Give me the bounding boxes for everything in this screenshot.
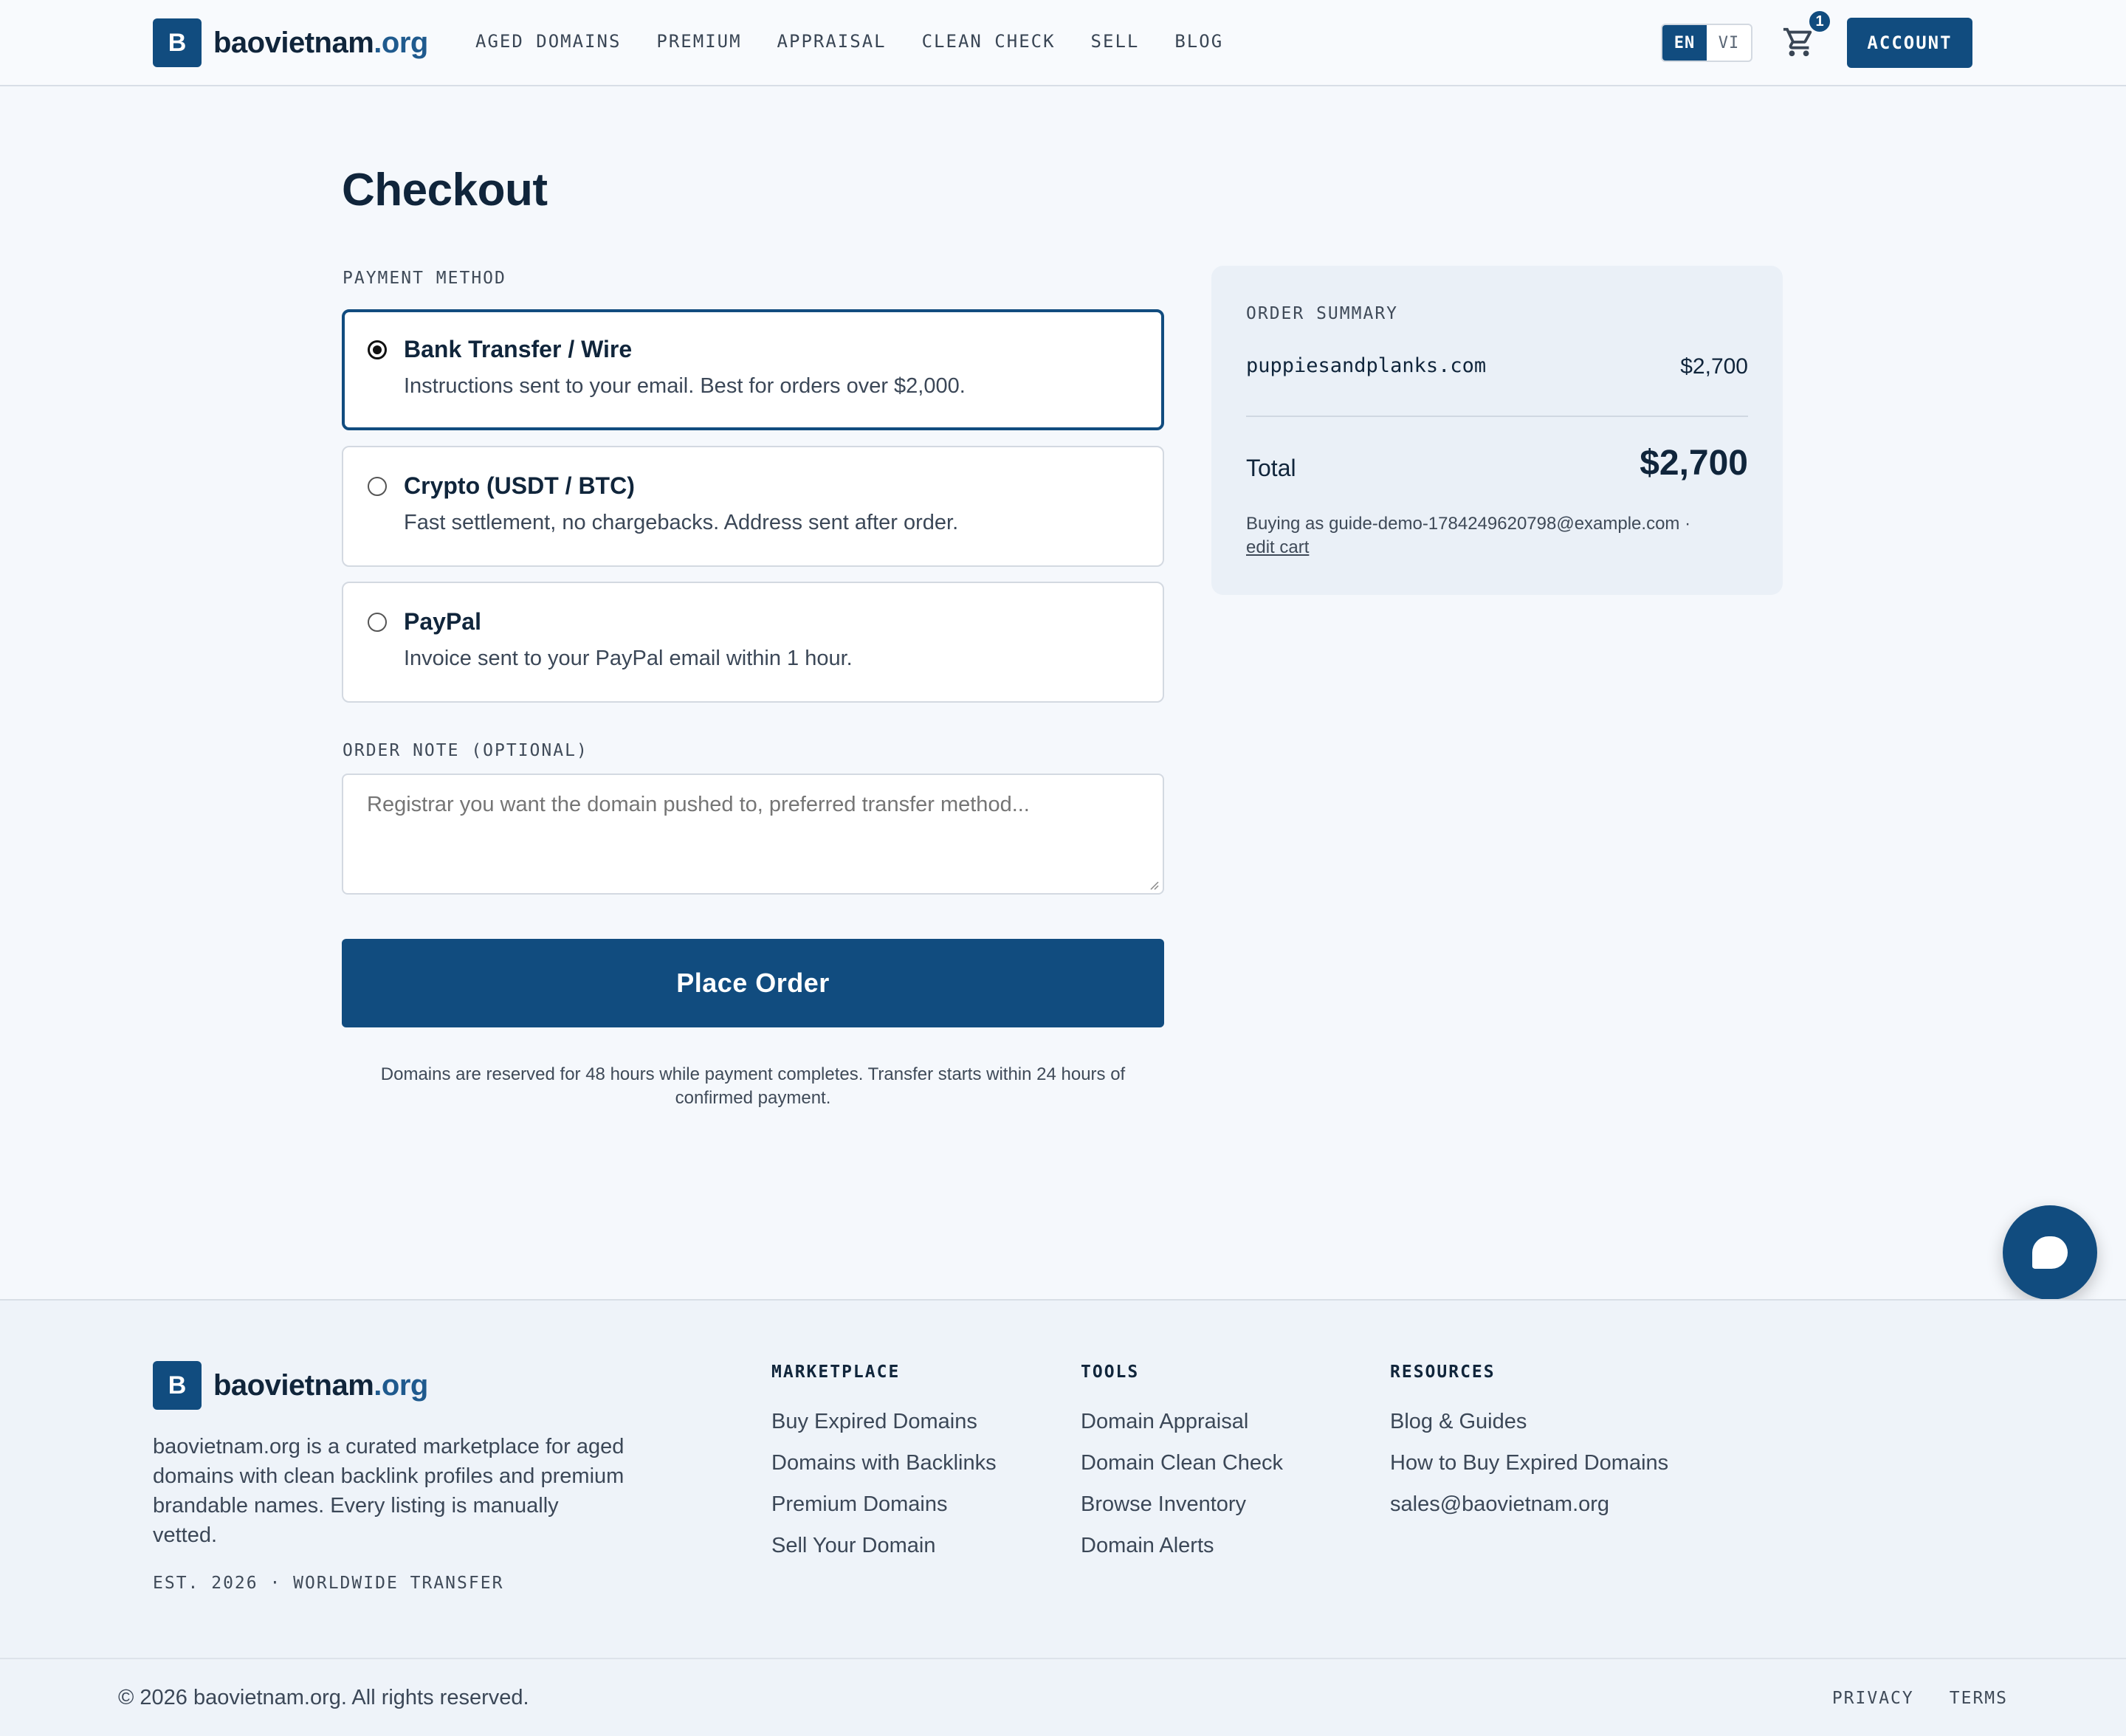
payment-option-desc: Instructions sent to your email. Best fo… [404,374,966,398]
footer-column-title: MARKETPLACE [771,1363,901,1382]
logo-wordmark: baovietnam.org [213,27,428,60]
language-switcher: EN VI [1661,24,1752,62]
logo-name: baovietnam [213,26,374,59]
footer-column-title: TOOLS [1081,1363,1140,1382]
footer-column-marketplace: MARKETPLACE Buy Expired Domains Domains … [771,1363,997,1575]
order-summary-label: ORDER SUMMARY [1246,304,1399,323]
footer-link[interactable]: Buy Expired Domains [771,1410,997,1451]
footer-link[interactable]: Blog & Guides [1390,1410,1668,1451]
footer-column-resources: RESOURCES Blog & Guides How to Buy Expir… [1390,1363,1668,1534]
summary-domain-price: $2,700 [1680,354,1748,379]
resize-handle-icon[interactable] [1149,880,1159,890]
summary-domain: puppiesandplanks.com [1246,354,1487,377]
nav-aged-domains[interactable]: AGED DOMAINS [475,31,621,52]
nav-appraisal[interactable]: APPRAISAL [777,31,887,52]
site-logo[interactable]: B baovietnam.org [153,18,428,67]
payment-option-title: Crypto (USDT / BTC) [404,472,635,499]
logo-mark: B [153,18,202,67]
payment-option-bank-transfer[interactable]: Bank Transfer / Wire Instructions sent t… [342,309,1164,430]
footer-column-tools: TOOLS Domain Appraisal Domain Clean Chec… [1081,1363,1283,1575]
payment-option-title: PayPal [404,608,481,635]
footer-logo[interactable]: B baovietnam.org [153,1361,428,1410]
footer-logo-name: baovietnam [213,1368,374,1402]
cart-count-badge: 1 [1807,9,1832,34]
footer-link[interactable]: Premium Domains [771,1492,997,1534]
summary-total-label: Total [1246,455,1296,481]
nav-premium[interactable]: PREMIUM [656,31,741,52]
edit-cart-link[interactable]: edit cart [1246,537,1309,557]
footer-column-title: RESOURCES [1390,1363,1496,1382]
summary-total: $2,700 [1640,444,1748,483]
payment-option-desc: Invoice sent to your PayPal email within… [404,647,853,670]
place-order-button[interactable]: Place Order [342,939,1164,1027]
page-title: Checkout [342,165,548,216]
chat-bubble-icon[interactable] [2003,1205,2097,1300]
nav-blog[interactable]: BLOG [1174,31,1223,52]
order-note-label: ORDER NOTE (OPTIONAL) [343,741,588,760]
order-summary: ORDER SUMMARY puppiesandplanks.com $2,70… [1211,266,1783,595]
footer-link[interactable]: Domain Appraisal [1081,1410,1283,1451]
nav-clean-check[interactable]: CLEAN CHECK [922,31,1056,52]
buying-as-email: Buying as guide-demo-1784249620798@examp… [1246,514,1691,534]
buying-as-text: Buying as guide-demo-1784249620798@examp… [1246,512,1755,559]
logo-tld: .org [374,26,428,59]
reservation-note: Domains are reserved for 48 hours while … [380,1064,1126,1108]
payment-option-title: Bank Transfer / Wire [404,336,633,362]
main-nav: AGED DOMAINS PREMIUM APPRAISAL CLEAN CHE… [475,31,1259,52]
footer-divider [0,1658,2126,1659]
account-button[interactable]: ACCOUNT [1847,18,1972,68]
legal-links: PRIVACY TERMS [1797,1689,2008,1708]
footer-about: baovietnam.org is a curated marketplace … [153,1435,625,1547]
footer-link[interactable]: Domains with Backlinks [771,1451,997,1492]
copyright: © 2026 baovietnam.org. All rights reserv… [118,1686,529,1709]
footer-link[interactable]: Domain Clean Check [1081,1451,1283,1492]
radio-bank-transfer[interactable] [368,340,387,359]
footer-logo-mark: B [153,1361,202,1410]
payment-method-label: PAYMENT METHOD [343,269,506,288]
lang-vi-button[interactable]: VI [1707,25,1751,61]
payment-option-desc: Fast settlement, no chargebacks. Address… [404,511,959,534]
terms-link[interactable]: TERMS [1950,1689,2008,1708]
footer-link[interactable]: sales@baovietnam.org [1390,1492,1668,1534]
summary-divider [1246,416,1748,417]
footer-link[interactable]: Browse Inventory [1081,1492,1283,1534]
footer-link[interactable]: Sell Your Domain [771,1534,997,1575]
payment-option-crypto[interactable]: Crypto (USDT / BTC) Fast settlement, no … [342,446,1164,567]
radio-paypal[interactable] [368,613,387,632]
radio-crypto[interactable] [368,477,387,496]
nav-sell[interactable]: SELL [1091,31,1140,52]
lang-en-button[interactable]: EN [1662,25,1707,61]
footer-link[interactable]: How to Buy Expired Domains [1390,1451,1668,1492]
footer-logo-wordmark: baovietnam.org [213,1369,428,1402]
footer-established: EST. 2026 · WORLDWIDE TRANSFER [153,1574,504,1593]
order-note-input[interactable] [342,774,1164,895]
payment-option-paypal[interactable]: PayPal Invoice sent to your PayPal email… [342,582,1164,703]
privacy-link[interactable]: PRIVACY [1832,1689,1914,1708]
site-footer: B baovietnam.org baovietnam.org is a cur… [0,1299,2126,1736]
footer-link[interactable]: Domain Alerts [1081,1534,1283,1575]
footer-logo-tld: .org [374,1368,428,1402]
site-header: B baovietnam.org AGED DOMAINS PREMIUM AP… [0,0,2126,86]
